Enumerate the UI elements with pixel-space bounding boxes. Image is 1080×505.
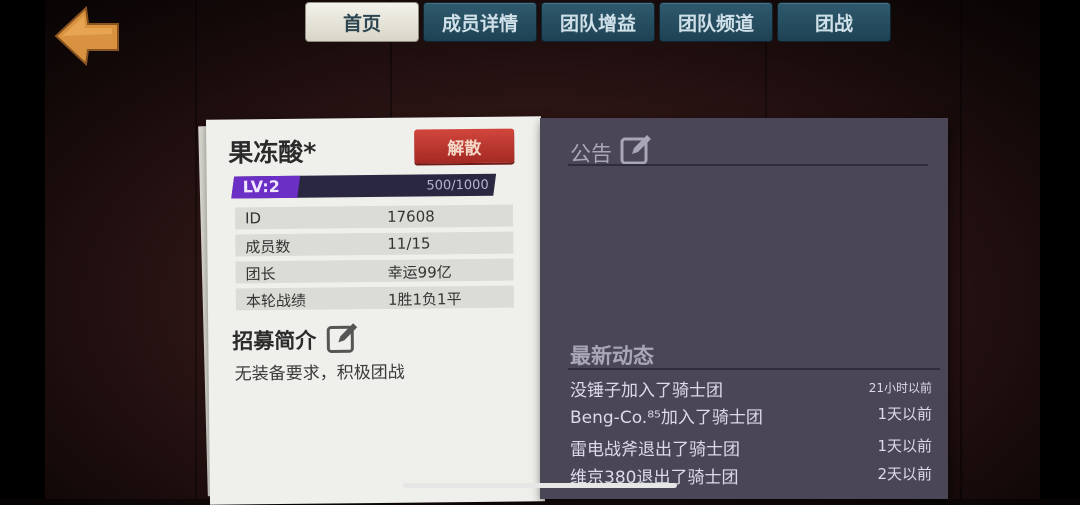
disband-button[interactable]: 解散	[414, 128, 515, 164]
notice-divider	[568, 164, 928, 166]
tab-team-channel[interactable]: 团队频道	[659, 2, 773, 42]
tab-bar: 首页 成员详情 团队增益 团队频道 团战	[305, 2, 891, 42]
info-value: 11/15	[387, 234, 431, 253]
tab-member-details[interactable]: 成员详情	[423, 2, 537, 42]
news-time: 1天以前	[877, 405, 932, 423]
recruit-description: 无装备要求，积极团战	[234, 362, 405, 385]
notice-content	[570, 176, 930, 326]
info-row-members: 成员数 11/15	[235, 231, 514, 257]
recruit-title: 招募简介	[232, 328, 317, 354]
level-label: LV:2	[242, 176, 280, 197]
tab-home[interactable]: 首页	[305, 2, 419, 42]
edit-recruit-icon[interactable]	[326, 322, 358, 354]
news-text: 没锤子加入了骑士团	[570, 381, 723, 401]
info-key: 团长	[245, 265, 276, 284]
tab-team-battle[interactable]: 团战	[777, 2, 891, 42]
info-key: 成员数	[245, 237, 291, 257]
news-text: Beng-Co.⁸⁵加入了骑士团	[570, 408, 763, 428]
arrow-left-icon	[54, 5, 119, 67]
info-key: ID	[244, 209, 262, 228]
info-row-leader: 团长 幸运99亿	[235, 258, 514, 284]
info-value: 17608	[386, 207, 435, 226]
info-row-id: ID 17608	[234, 204, 514, 230]
edit-notice-icon[interactable]	[620, 134, 652, 166]
news-divider	[568, 368, 940, 370]
news-text: 雷电战斧退出了骑士团	[570, 440, 740, 460]
info-value: 1胜1负1平	[387, 290, 462, 309]
info-value: 幸运99亿	[387, 263, 452, 282]
news-item: Beng-Co.⁸⁵加入了骑士团 1天以前	[570, 403, 940, 429]
guild-name: 果冻酸*	[228, 137, 317, 168]
news-time: 21小时以前	[868, 381, 932, 395]
wood-plank-line	[960, 0, 962, 499]
news-time: 1天以前	[877, 437, 932, 455]
wood-plank-line	[195, 0, 197, 499]
news-item: 雷电战斧退出了骑士团 1天以前	[570, 435, 940, 461]
info-key: 本轮战绩	[245, 291, 307, 311]
guild-board-panel: 公告 最新动态 没锤子加入了骑士团 21小时以前 Beng-Co.⁸⁵加入了骑士…	[540, 118, 948, 499]
back-button[interactable]	[52, 5, 122, 67]
xp-text: 500/1000	[426, 177, 489, 194]
home-indicator[interactable]	[403, 483, 677, 488]
right-shadow	[1040, 0, 1080, 499]
news-title: 最新动态	[570, 344, 654, 368]
info-row-record: 本轮战绩 1胜1负1平	[235, 285, 514, 311]
guild-info-card: 果冻酸* 解散 LV:2 500/1000 ID 17608 成员数 11/15…	[205, 116, 546, 505]
tab-team-buffs[interactable]: 团队增益	[541, 2, 655, 42]
news-item: 没锤子加入了骑士团 21小时以前	[570, 376, 940, 402]
left-shadow	[0, 0, 45, 499]
news-time: 2天以前	[877, 465, 932, 483]
